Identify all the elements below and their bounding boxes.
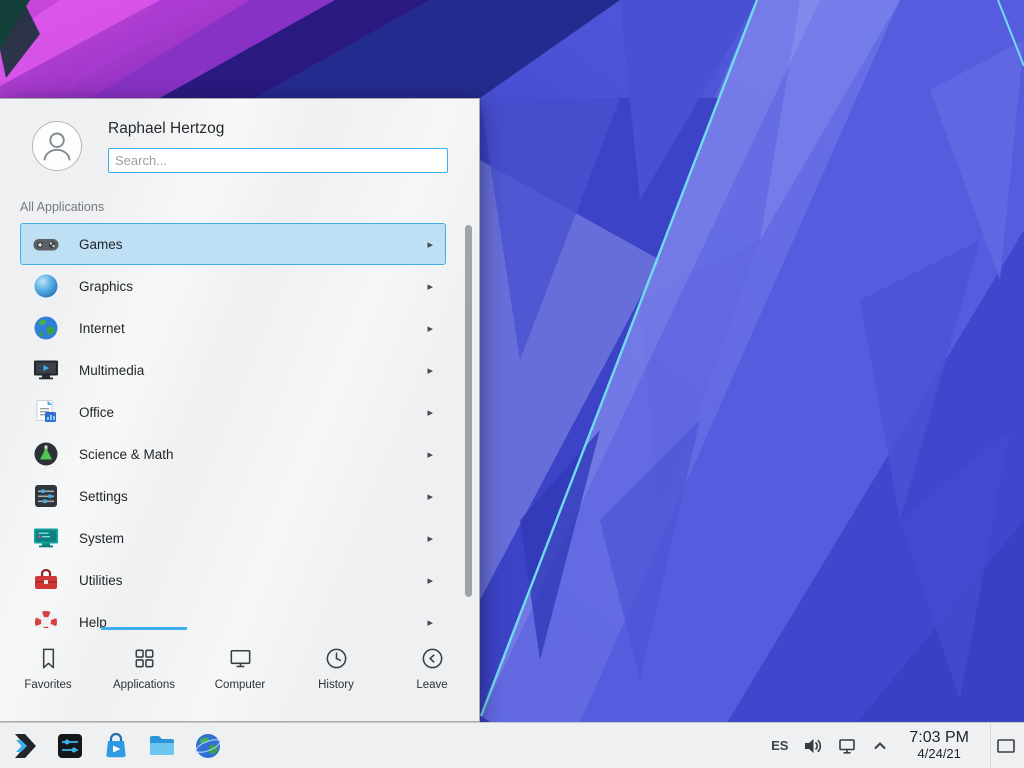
scrollbar[interactable] [465,225,472,597]
tab-label: Applications [113,679,175,691]
category-label: Science & Math [79,447,174,462]
submenu-arrow-icon: ▸ [427,448,433,461]
computer-monitor-icon [227,645,254,672]
taskbar-left [0,730,224,762]
system-tray: ES 7:03 [771,723,1024,768]
help-icon [31,607,61,628]
clock-time: 7:03 PM [909,729,969,747]
network-icon[interactable] [838,737,857,755]
submenu-arrow-icon: ▸ [427,532,433,545]
graphics-icon [31,271,61,301]
category-row-multimedia[interactable]: Multimedia ▸ [20,349,446,391]
tab-history[interactable]: History [288,630,384,723]
submenu-arrow-icon: ▸ [427,406,433,419]
discover-icon[interactable] [100,730,132,762]
tab-label: History [318,679,354,691]
science-math-icon [31,439,61,469]
submenu-arrow-icon: ▸ [427,280,433,293]
category-label: System [79,531,124,546]
user-name: Raphael Hertzog [108,120,224,138]
applications-grid-icon [131,645,158,672]
tab-bar: Favorites Applications [0,630,480,723]
clock-date: 4/24/21 [918,747,961,762]
show-desktop-icon [996,738,1016,754]
category-row-utilities[interactable]: Utilities ▸ [20,559,446,601]
category-row-help[interactable]: Help ▸ [20,601,446,628]
section-label: All Applications [20,200,104,214]
system-icon [31,523,61,553]
tab-favorites[interactable]: Favorites [0,630,96,723]
category-row-games[interactable]: Games ▸ [20,223,446,265]
internet-icon [31,313,61,343]
tab-label: Favorites [24,679,71,691]
submenu-arrow-icon: ▸ [427,322,433,335]
show-desktop-button[interactable] [990,723,1020,768]
kde-launcher-icon[interactable] [8,730,40,762]
avatar[interactable] [32,121,82,171]
tab-label: Leave [416,679,447,691]
submenu-arrow-icon: ▸ [427,490,433,503]
digital-clock[interactable]: 7:03 PM 4/24/21 [909,729,969,762]
category-label: Graphics [79,279,133,294]
application-launcher-menu: Raphael Hertzog All Applications Game [0,98,480,722]
category-label: Internet [79,321,125,336]
tab-applications[interactable]: Applications [96,630,192,723]
expand-tray-icon[interactable] [872,740,888,752]
file-manager-icon[interactable] [146,730,178,762]
submenu-arrow-icon: ▸ [427,238,433,251]
category-row-internet[interactable]: Internet ▸ [20,307,446,349]
utilities-icon [31,565,61,595]
web-browser-icon[interactable] [192,730,224,762]
keyboard-layout-indicator[interactable]: ES [771,738,788,753]
taskbar: ES 7:03 [0,722,1024,768]
submenu-arrow-icon: ▸ [427,364,433,377]
leave-logout-icon [419,645,446,672]
category-label: Help [79,615,107,629]
category-row-settings[interactable]: Settings ▸ [20,475,446,517]
category-label: Games [79,237,123,252]
volume-icon[interactable] [803,737,823,755]
settings-icon [31,481,61,511]
history-clock-icon [323,645,350,672]
category-row-science-math[interactable]: Science & Math ▸ [20,433,446,475]
category-label: Multimedia [79,363,144,378]
category-label: Settings [79,489,128,504]
office-icon [31,397,61,427]
desktop: Raphael Hertzog All Applications Game [0,0,1024,768]
favorites-bookmark-icon [35,645,62,672]
search-input[interactable] [108,148,448,173]
user-icon [33,122,81,170]
category-label: Utilities [79,573,123,588]
category-row-office[interactable]: Office ▸ [20,391,446,433]
tab-computer[interactable]: Computer [192,630,288,723]
category-label: Office [79,405,114,420]
tab-leave[interactable]: Leave [384,630,480,723]
category-row-system[interactable]: System ▸ [20,517,446,559]
app-category-list: Games ▸ G [0,223,480,628]
submenu-arrow-icon: ▸ [427,616,433,629]
category-row-graphics[interactable]: Graphics ▸ [20,265,446,307]
tab-label: Computer [215,679,266,691]
games-icon [31,229,61,259]
system-settings-icon[interactable] [54,730,86,762]
submenu-arrow-icon: ▸ [427,574,433,587]
multimedia-icon [31,355,61,385]
